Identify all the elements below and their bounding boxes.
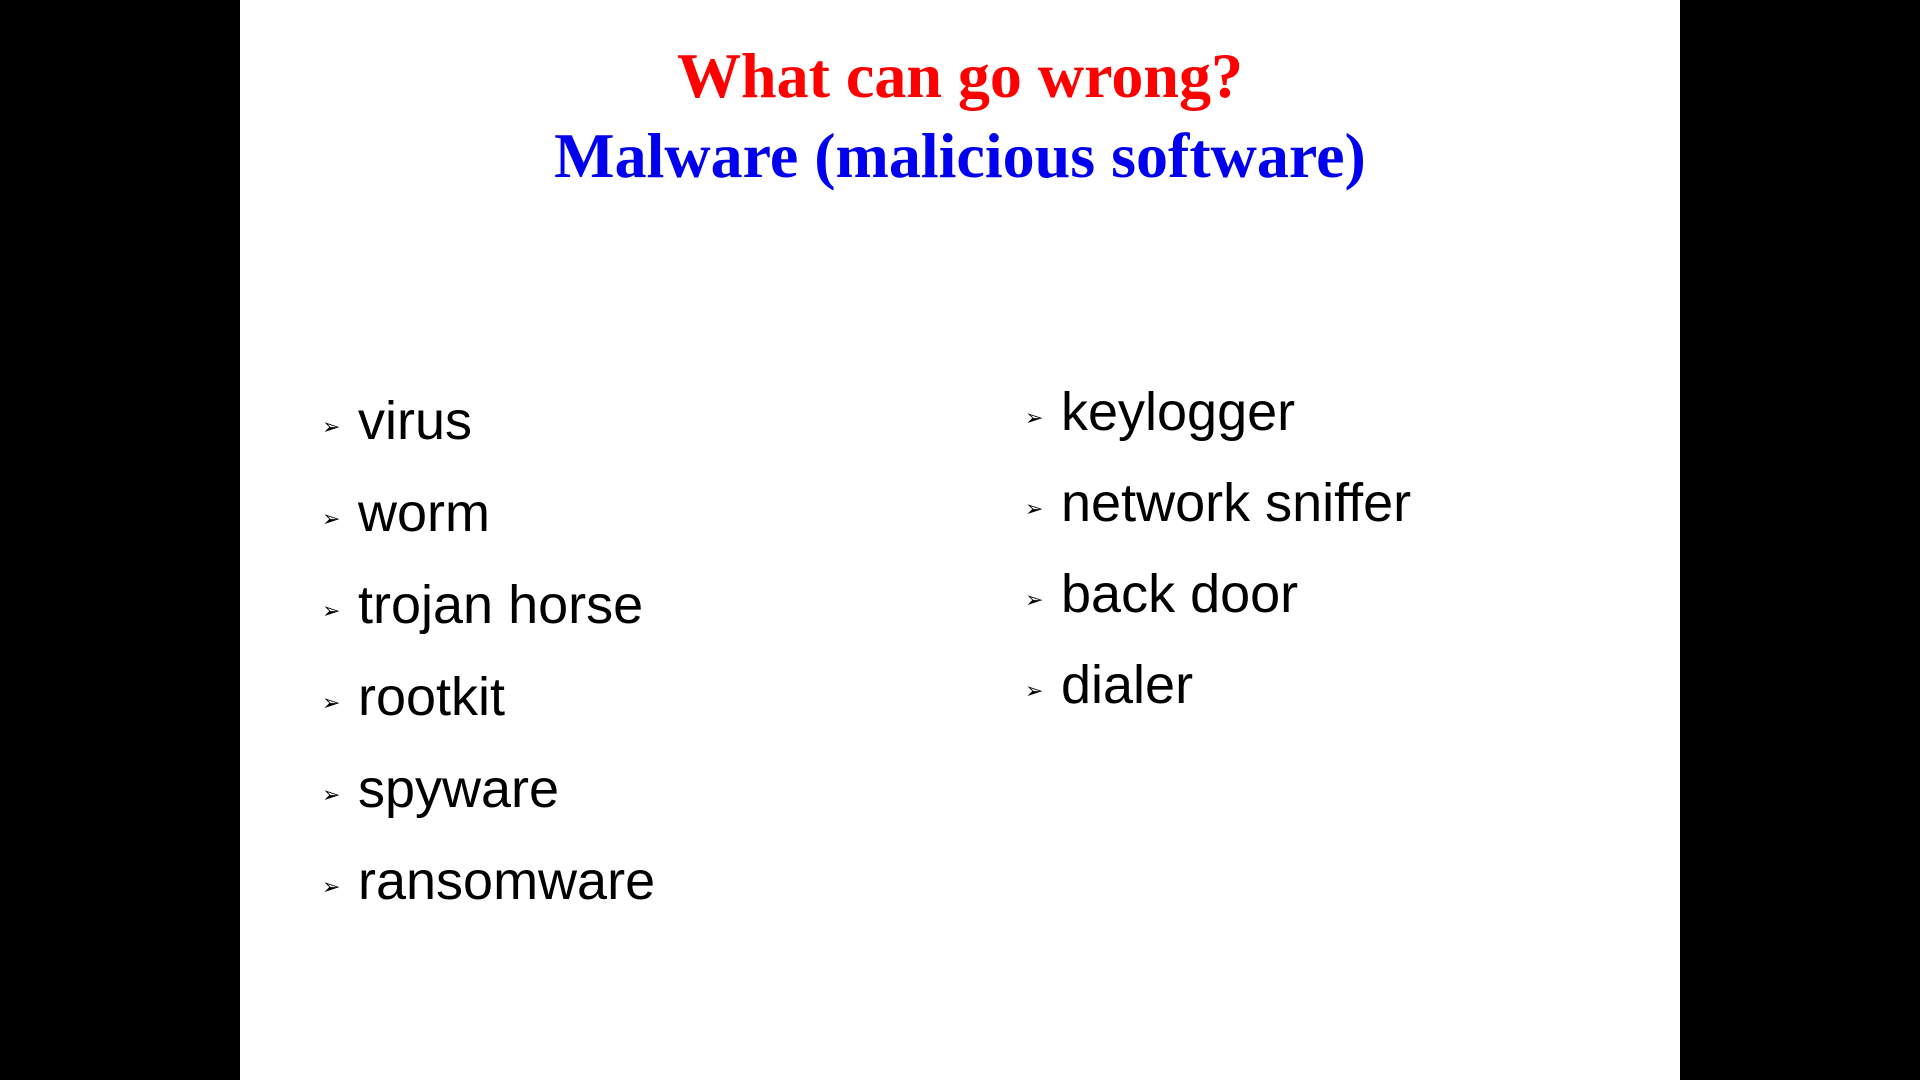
- arrowhead-bullet-icon: ➢: [1025, 587, 1044, 613]
- list-item-label: back door: [1061, 563, 1299, 624]
- arrowhead-bullet-icon: ➢: [322, 691, 341, 716]
- slide: What can go wrong? Malware (malicious so…: [240, 0, 1680, 1080]
- list-item-label: rootkit: [358, 667, 506, 727]
- list-item-label: spyware: [358, 759, 560, 819]
- arrowhead-bullet-icon: ➢: [322, 507, 341, 532]
- list-item: ➢ virus: [322, 375, 655, 467]
- list-item: ➢ worm: [322, 467, 655, 559]
- arrowhead-bullet-icon: ➢: [322, 783, 341, 808]
- malware-list-left: ➢ virus ➢ worm ➢ trojan horse ➢ rootkit …: [322, 375, 655, 927]
- list-item: ➢ network sniffer: [1025, 457, 1411, 548]
- slide-subtitle: Malware (malicious software): [554, 120, 1366, 191]
- list-item-label: worm: [358, 483, 490, 543]
- list-item: ➢ trojan horse: [322, 559, 655, 651]
- list-item-label: trojan horse: [358, 575, 644, 635]
- list-item: ➢ keylogger: [1025, 366, 1411, 457]
- arrowhead-bullet-icon: ➢: [1025, 678, 1044, 704]
- malware-list-right: ➢ keylogger ➢ network sniffer ➢ back doo…: [1025, 366, 1411, 730]
- list-item: ➢ back door: [1025, 548, 1411, 639]
- slide-title: What can go wrong?: [677, 40, 1243, 111]
- arrowhead-bullet-icon: ➢: [322, 875, 341, 900]
- list-item-label: network sniffer: [1061, 472, 1412, 533]
- title-block: What can go wrong? Malware (malicious so…: [240, 36, 1680, 196]
- list-item: ➢ spyware: [322, 743, 655, 835]
- list-item-label: dialer: [1061, 654, 1194, 715]
- arrowhead-bullet-icon: ➢: [322, 599, 341, 624]
- list-item: ➢ dialer: [1025, 639, 1411, 730]
- list-item: ➢ rootkit: [322, 651, 655, 743]
- list-item-label: ransomware: [358, 851, 656, 911]
- list-item-label: virus: [358, 391, 473, 451]
- arrowhead-bullet-icon: ➢: [322, 415, 341, 440]
- arrowhead-bullet-icon: ➢: [1025, 496, 1044, 522]
- list-item-label: keylogger: [1061, 381, 1296, 442]
- list-item: ➢ ransomware: [322, 835, 655, 927]
- arrowhead-bullet-icon: ➢: [1025, 405, 1044, 431]
